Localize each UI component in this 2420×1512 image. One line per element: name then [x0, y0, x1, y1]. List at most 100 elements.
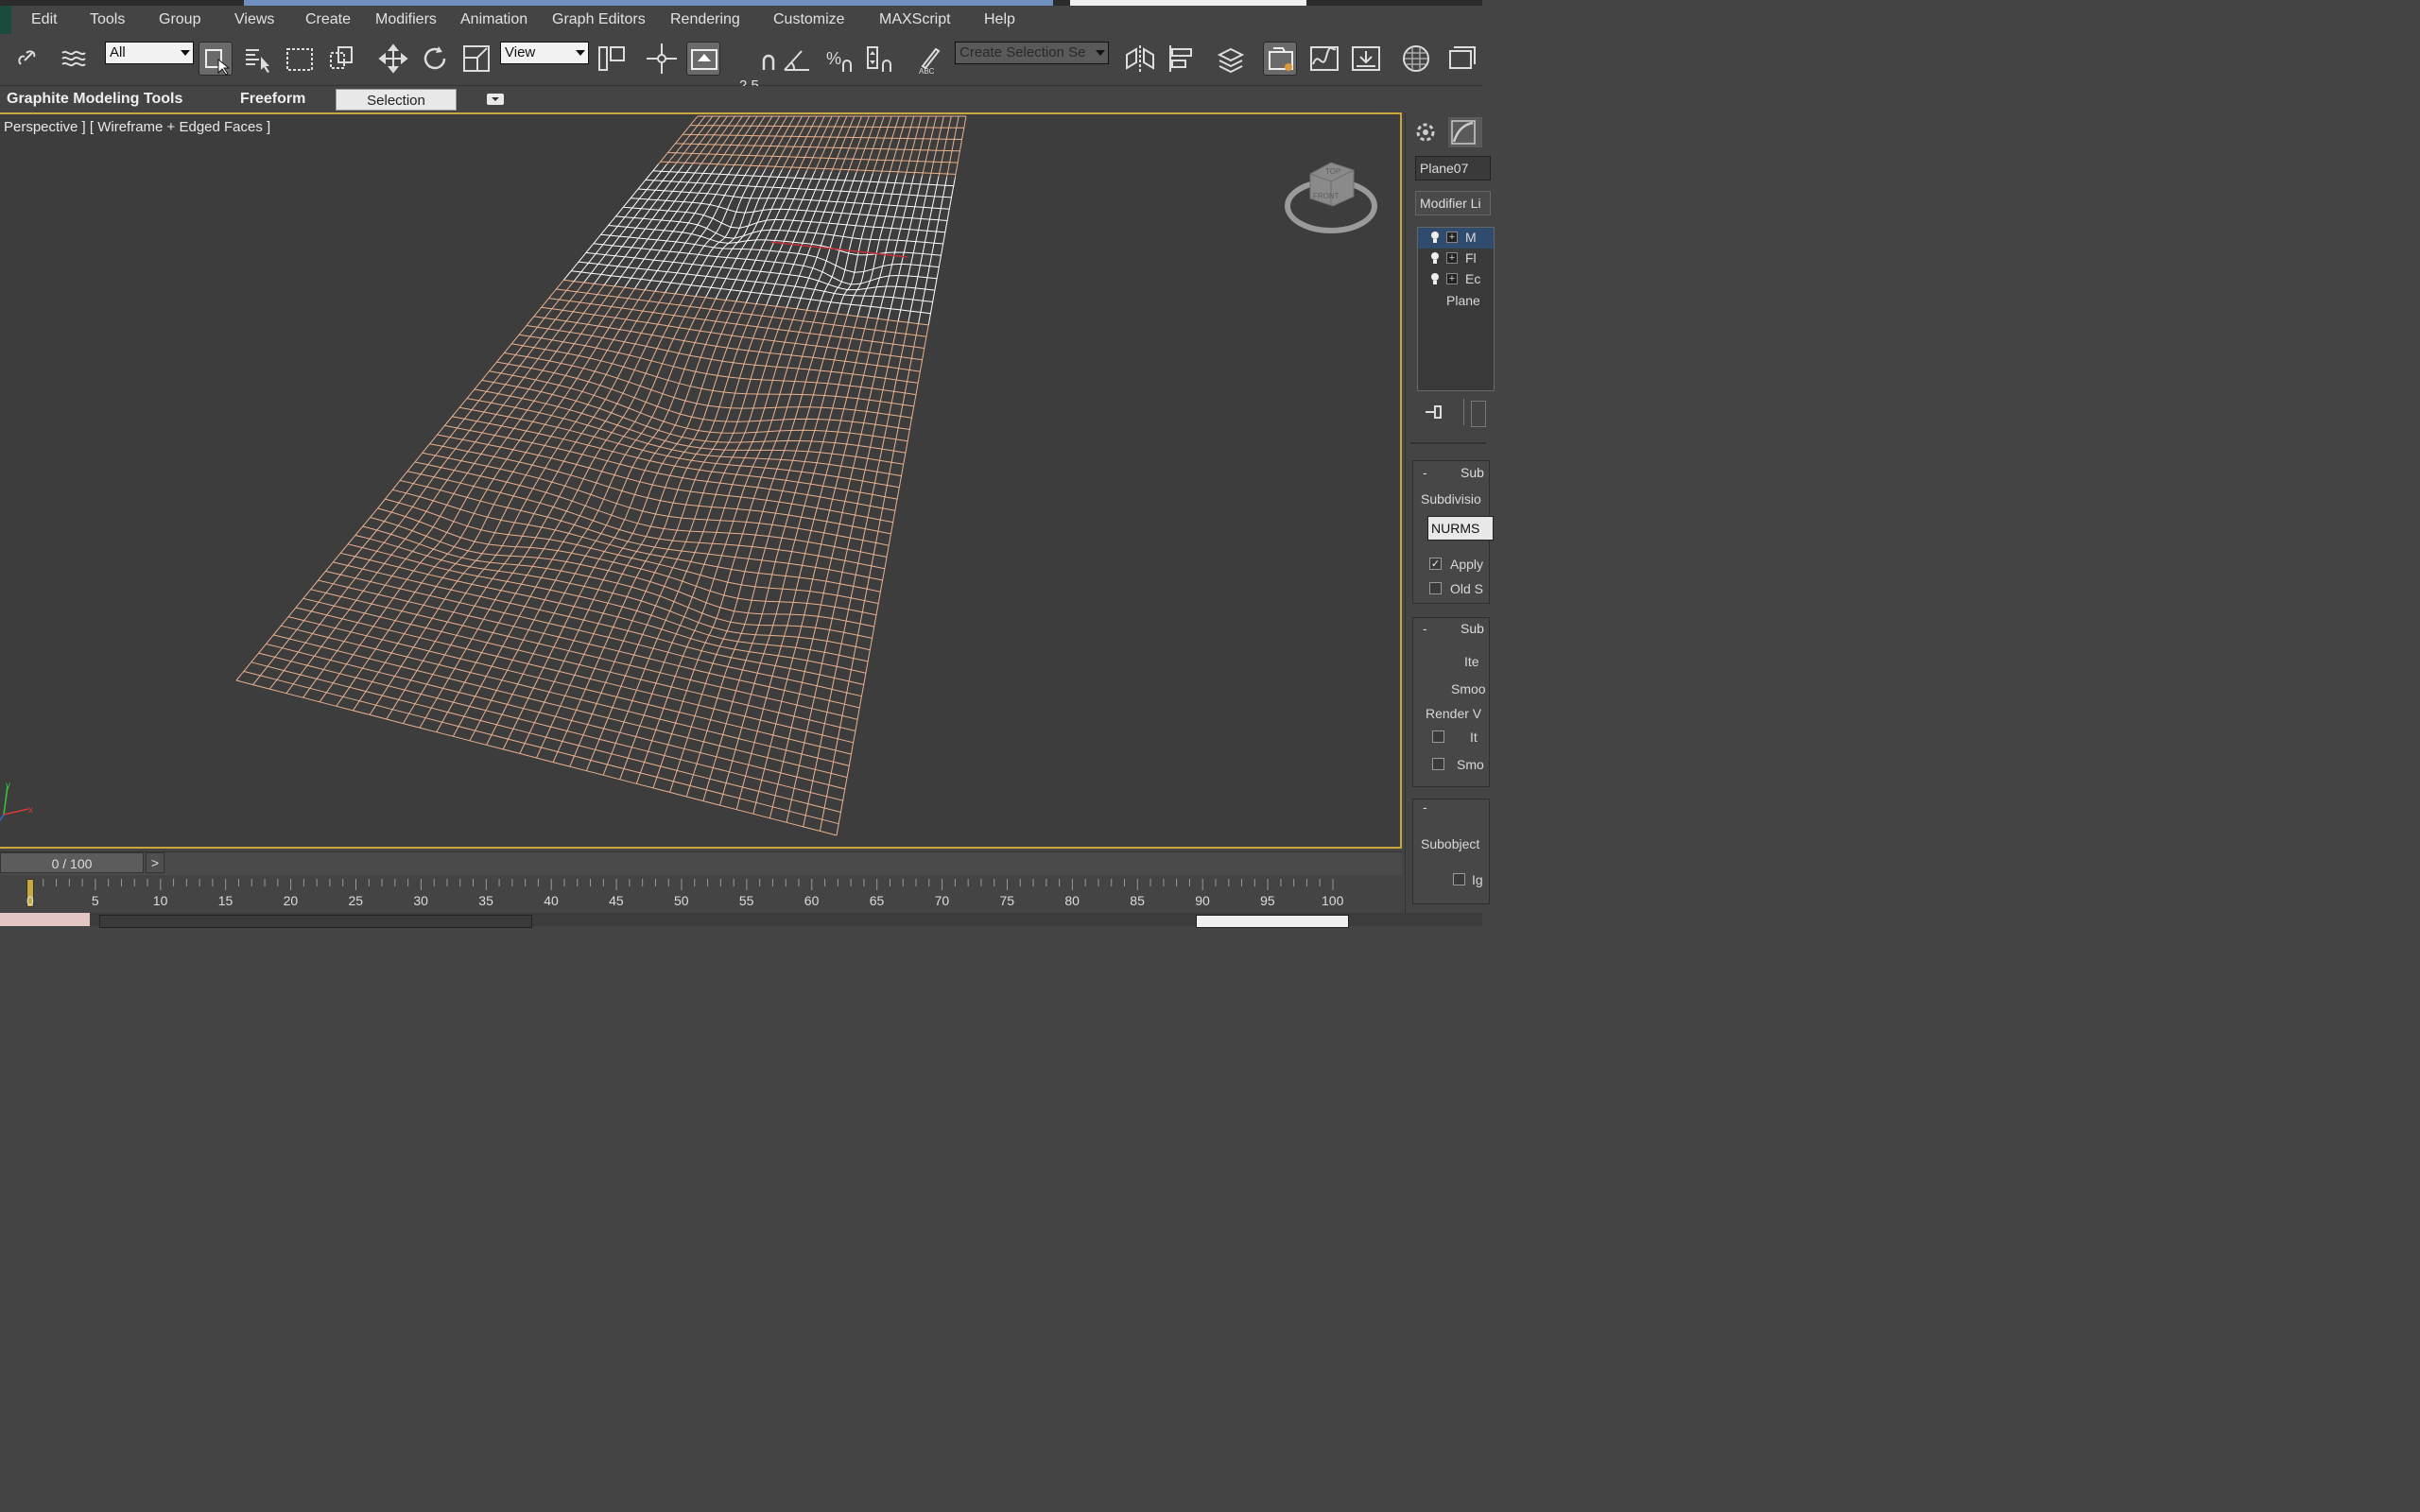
- old-style-checkbox[interactable]: [1429, 582, 1442, 594]
- ribbon-options-icon[interactable]: [487, 94, 504, 105]
- mesh-edge-column: [402, 292, 666, 724]
- menu-modifiers[interactable]: Modifiers: [375, 11, 437, 28]
- angle-snap-icon[interactable]: [781, 42, 815, 76]
- move-icon[interactable]: [376, 42, 410, 76]
- modifier-stack[interactable]: + M + Fl + Ec Plane: [1417, 227, 1495, 391]
- ignore-checkbox[interactable]: [1453, 873, 1465, 885]
- mesh-edge-column: [719, 316, 858, 806]
- mesh-edge-column: [634, 166, 717, 289]
- modifier-stack-item[interactable]: + M: [1418, 228, 1494, 249]
- scale-icon[interactable]: [459, 42, 493, 76]
- render-setup-icon[interactable]: [1446, 42, 1480, 76]
- rollout-collapse-icon[interactable]: -: [1423, 465, 1427, 480]
- rectangular-selection-icon[interactable]: [284, 42, 318, 76]
- select-object-button[interactable]: [199, 42, 233, 76]
- modifier-list-dropdown[interactable]: Modifier Li: [1415, 191, 1491, 215]
- mesh-edge-column: [336, 286, 626, 707]
- perspective-viewport[interactable]: [0, 112, 1402, 849]
- next-frame-button[interactable]: >: [146, 852, 164, 873]
- percent-snap-icon[interactable]: %: [822, 42, 856, 76]
- align-icon[interactable]: [1165, 42, 1199, 76]
- tab-graphite-modeling-tools[interactable]: Graphite Modeling Tools: [7, 91, 182, 108]
- rotate-icon[interactable]: [418, 42, 452, 76]
- layer-manager-icon[interactable]: [1214, 42, 1248, 76]
- app-logo-icon[interactable]: [0, 6, 11, 34]
- select-by-name-icon[interactable]: [240, 42, 274, 76]
- tab-selection[interactable]: Selection: [336, 89, 457, 111]
- render-iterations-checkbox[interactable]: [1432, 730, 1444, 743]
- manipulate-icon[interactable]: [645, 42, 679, 76]
- lightbulb-icon[interactable]: [1429, 231, 1441, 249]
- key-filter-field[interactable]: [1196, 915, 1349, 928]
- keyboard-shortcut-override-button[interactable]: [686, 42, 720, 76]
- expand-icon[interactable]: +: [1446, 252, 1458, 264]
- viewcube[interactable]: TOP FRONT: [1282, 151, 1380, 242]
- maxscript-listener[interactable]: [0, 913, 90, 926]
- viewport-label[interactable]: Perspective ] [ Wireframe + Edged Faces …: [4, 119, 270, 135]
- window-crossing-icon[interactable]: [325, 42, 359, 76]
- time-slider-handle[interactable]: 0 / 100: [0, 852, 144, 873]
- mesh-edge-column: [745, 170, 807, 303]
- named-selection-dropdown[interactable]: Create Selection Se: [955, 42, 1109, 64]
- spinner-snap-icon[interactable]: [864, 42, 898, 76]
- material-editor-icon[interactable]: [1399, 42, 1433, 76]
- scene-explorer-button[interactable]: [1263, 42, 1297, 76]
- menu-help[interactable]: Help: [984, 11, 1015, 28]
- modifier-stack-item[interactable]: + Ec: [1418, 269, 1494, 290]
- menu-animation[interactable]: Animation: [460, 11, 527, 28]
- modifier-stack-item[interactable]: Plane: [1418, 290, 1494, 311]
- curve-editor-icon[interactable]: [1307, 42, 1341, 76]
- menu-rendering[interactable]: Rendering: [670, 11, 740, 28]
- old-style-label: Old S: [1450, 581, 1484, 596]
- render-smoothness-checkbox[interactable]: [1432, 758, 1444, 770]
- use-pivot-center-icon[interactable]: [596, 42, 630, 76]
- expand-icon[interactable]: +: [1446, 273, 1458, 284]
- mesh-edge-column: [519, 301, 737, 754]
- menu-graph-editors[interactable]: Graph Editors: [552, 11, 646, 28]
- mesh-edge-column: [847, 174, 890, 316]
- menu-maxscript[interactable]: MAXScript: [879, 11, 951, 28]
- tab-freeform[interactable]: Freeform: [240, 91, 305, 108]
- schematic-view-icon[interactable]: [1349, 42, 1383, 76]
- modifier-stack-item[interactable]: + Fl: [1418, 249, 1494, 269]
- mesh-edge-column: [563, 163, 659, 281]
- viewcube-top-label: TOP: [1325, 167, 1340, 176]
- menu-edit[interactable]: Edit: [31, 11, 58, 28]
- create-tab-icon[interactable]: [1410, 117, 1441, 147]
- link-icon[interactable]: [13, 42, 47, 76]
- frame-tick-label: 85: [1130, 893, 1145, 908]
- subdivision-method-dropdown[interactable]: NURMS: [1427, 516, 1494, 541]
- lightbulb-icon[interactable]: [1429, 251, 1441, 269]
- frame-tick-label: 90: [1195, 893, 1210, 908]
- rollout-collapse-icon[interactable]: -: [1423, 799, 1427, 815]
- edit-named-selection-icon[interactable]: ABC: [913, 42, 947, 76]
- menu-views[interactable]: Views: [234, 11, 274, 28]
- rollout-collapse-icon[interactable]: -: [1423, 621, 1427, 636]
- rollout-title[interactable]: Sub: [1461, 621, 1484, 636]
- menu-group[interactable]: Group: [159, 11, 200, 28]
- selected-edge[interactable]: [769, 241, 908, 258]
- mesh-edge-column: [748, 115, 781, 169]
- menu-tools[interactable]: Tools: [90, 11, 125, 28]
- mirror-icon[interactable]: [1123, 42, 1157, 76]
- apply-checkbox[interactable]: ✓: [1429, 558, 1442, 570]
- menu-create[interactable]: Create: [305, 11, 351, 28]
- mesh-edge-column: [707, 115, 743, 167]
- rollout-title[interactable]: Sub: [1461, 465, 1484, 480]
- modify-tab-icon[interactable]: [1448, 117, 1482, 147]
- lightbulb-icon[interactable]: [1429, 272, 1441, 290]
- svg-text:%: %: [826, 49, 841, 68]
- frame-tick-label: 75: [999, 893, 1015, 908]
- reference-coord-dropdown[interactable]: View: [500, 42, 589, 64]
- expand-icon[interactable]: +: [1446, 232, 1458, 243]
- time-slider[interactable]: [0, 851, 1402, 875]
- selection-filter-dropdown[interactable]: All: [105, 42, 194, 64]
- show-end-result-icon[interactable]: [1471, 401, 1486, 427]
- pin-stack-icon[interactable]: [1424, 403, 1446, 421]
- menu-customize[interactable]: Customize: [773, 11, 845, 28]
- object-name-field[interactable]: Plane07: [1415, 156, 1491, 180]
- bind-space-warp-icon[interactable]: [57, 42, 91, 76]
- wireframe-plane-mesh[interactable]: [0, 114, 1402, 850]
- frame-tick-label: 35: [478, 893, 493, 908]
- mesh-edge-column: [773, 115, 803, 170]
